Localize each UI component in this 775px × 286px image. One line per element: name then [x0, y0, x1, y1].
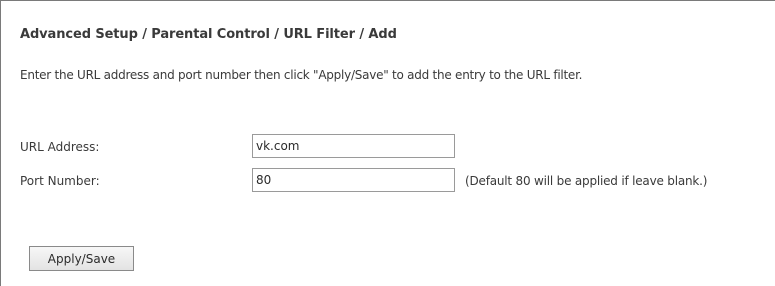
apply-save-button[interactable]: Apply/Save	[29, 246, 134, 271]
port-number-label: Port Number:	[20, 174, 100, 188]
url-address-input[interactable]	[252, 134, 455, 158]
port-number-input[interactable]	[252, 168, 455, 192]
page-title: Advanced Setup / Parental Control / URL …	[20, 27, 397, 42]
instructions-text: Enter the URL address and port number th…	[20, 68, 583, 82]
url-filter-add-panel: Advanced Setup / Parental Control / URL …	[0, 0, 775, 286]
url-address-label: URL Address:	[20, 140, 100, 154]
port-default-hint: (Default 80 will be applied if leave bla…	[465, 174, 708, 188]
